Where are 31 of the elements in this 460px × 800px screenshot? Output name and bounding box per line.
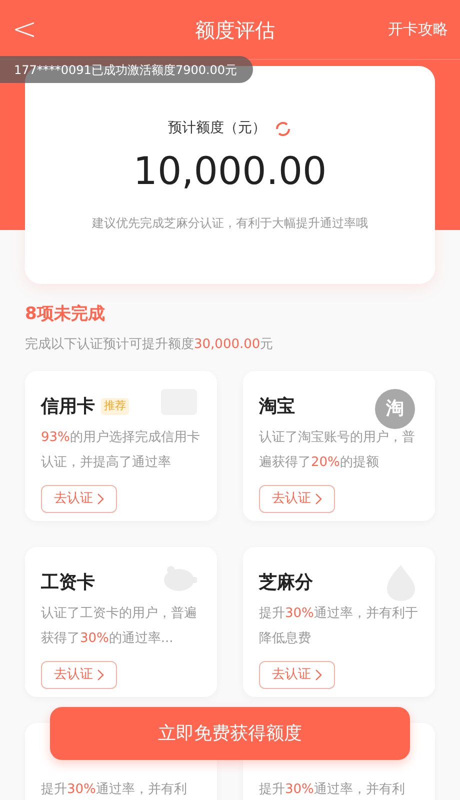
estimate-amount: 10,000.00 <box>133 148 327 195</box>
activation-message: 177****0091已成功激活额度7900.00元 <box>14 62 238 78</box>
estimate-label: 预计额度（元） <box>168 119 266 138</box>
card-title: 淘宝 <box>259 395 295 419</box>
page-title: 额度评估 <box>194 16 276 44</box>
estimate-tip: 建议优先完成芝麻分认证，有利于大幅提升通过率哦 <box>92 215 368 232</box>
verify-button[interactable]: 去认证 <box>259 660 335 688</box>
card-title: 芝麻分 <box>259 571 313 595</box>
card-description: 认证了淘宝账号的用户，普遍获得了 20%的提额 <box>259 428 416 472</box>
verify-button[interactable]: 去认证 <box>41 660 117 688</box>
card-description: 提升30%通过率，并有利于降低息费 <box>259 604 419 648</box>
card-title: 工资卡 <box>41 571 95 595</box>
chevron-right-icon <box>97 492 104 504</box>
chevron-right-icon <box>97 668 104 680</box>
recommend-tag: 推荐 <box>101 398 129 415</box>
section-subtitle: 完成以下认证预计可提升额度30,000.00元 <box>25 336 274 354</box>
card-description: 93%的用户选择完成信用卡认证，并提高了通过率 <box>41 428 201 472</box>
verify-button[interactable]: 去认证 <box>41 484 117 512</box>
section-title: 8项未完成 <box>25 303 106 326</box>
refresh-icon[interactable] <box>274 120 292 138</box>
chevron-right-icon <box>315 668 322 680</box>
card-title: 信用卡 <box>41 395 95 419</box>
taobao-logo-icon: 淘 <box>375 388 415 428</box>
get-credit-button[interactable]: 立即免费获得额度 <box>50 707 410 760</box>
card-description: 提升30%通过率，并有利 <box>259 780 406 798</box>
verify-button[interactable]: 去认证 <box>259 484 335 512</box>
card-description: 提升30%通过率，并有利 <box>41 780 188 798</box>
back-button[interactable]: < <box>12 7 52 52</box>
card-description: 认证了工资卡的用户，普遍获得了 30%的通过率... <box>41 604 198 648</box>
guide-link[interactable]: 开卡攻略 <box>388 18 448 41</box>
chevron-right-icon <box>315 492 322 504</box>
